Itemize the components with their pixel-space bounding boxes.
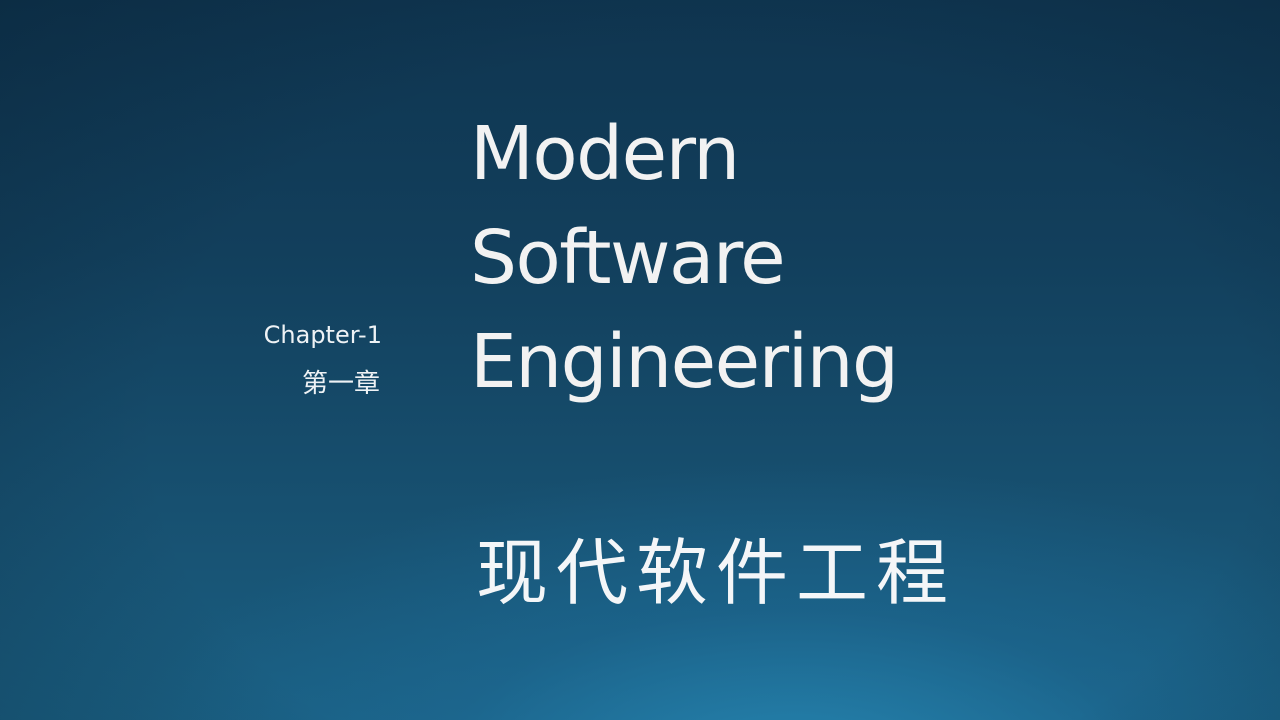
slide-subtitle-chinese: 现代软件工程 <box>476 531 957 615</box>
title-line-1: Modern <box>470 111 740 197</box>
title-line-2: Software <box>470 215 786 301</box>
chapter-label: Chapter-1 <box>263 321 382 349</box>
title-line-3: Engineering <box>470 319 899 405</box>
chapter-label-chinese: 第一章 <box>301 369 380 399</box>
title-slide: Modern Software Engineering Chapter-1 第一… <box>0 0 1280 720</box>
slide-title: Modern Software Engineering <box>470 102 899 414</box>
